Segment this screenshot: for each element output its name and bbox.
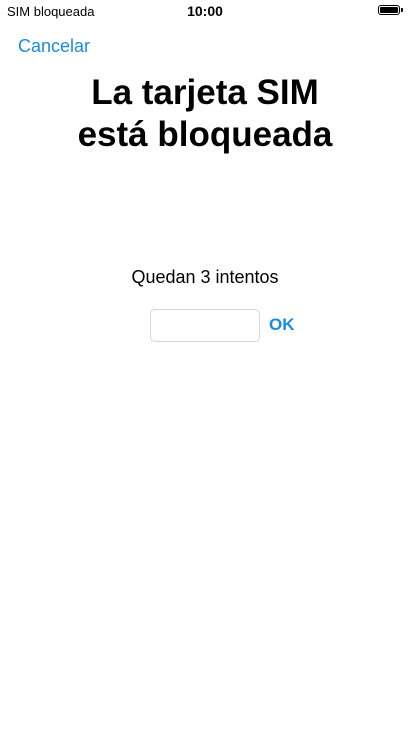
page-title: La tarjeta SIM está bloqueada bbox=[0, 72, 410, 156]
cancel-button[interactable]: Cancelar bbox=[18, 36, 90, 56]
ok-button[interactable]: OK bbox=[269, 315, 295, 335]
title-line-1: La tarjeta SIM bbox=[91, 73, 319, 112]
battery-icon bbox=[378, 5, 400, 15]
status-bar: SIM bloqueada 10:00 bbox=[0, 0, 410, 22]
attempts-remaining-text: Quedan 3 intentos bbox=[131, 267, 279, 287]
status-time: 10:00 bbox=[187, 3, 223, 19]
battery-tip bbox=[401, 8, 403, 12]
pin-input[interactable] bbox=[150, 309, 260, 342]
title-line-2: está bloqueada bbox=[77, 115, 333, 154]
battery-level bbox=[380, 7, 398, 13]
